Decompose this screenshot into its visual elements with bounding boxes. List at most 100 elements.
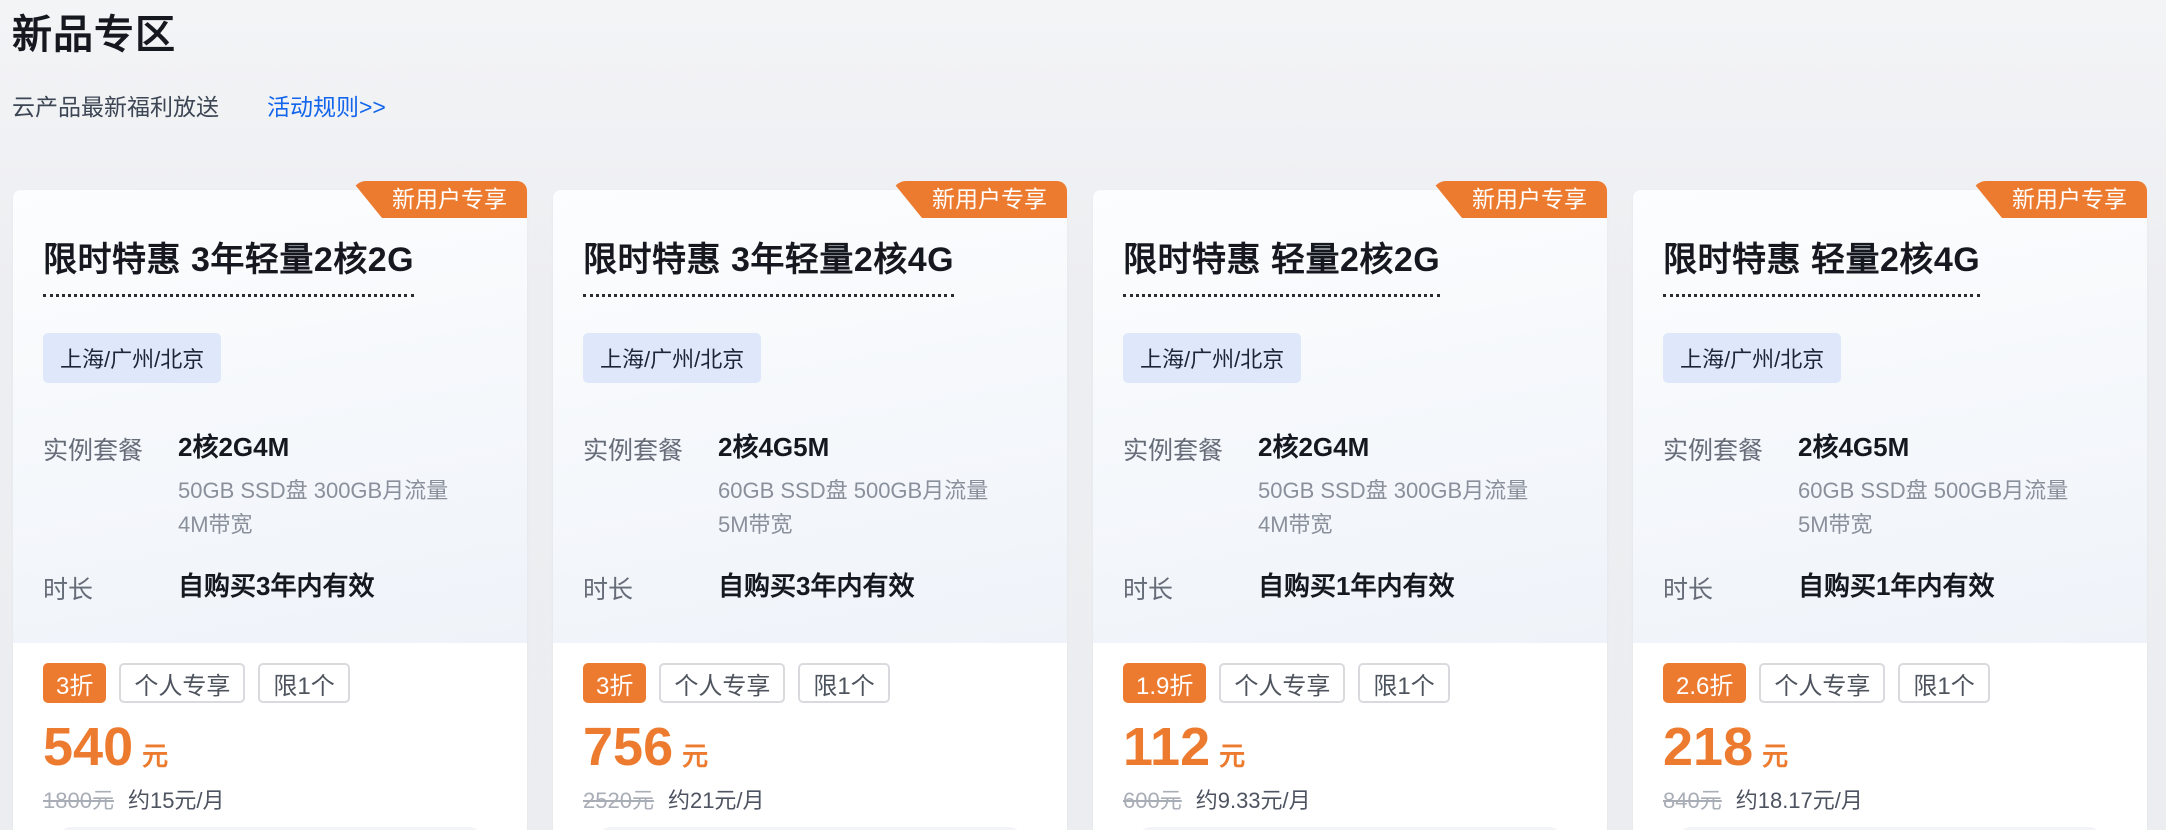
- monthly-price: 约21元/月: [668, 783, 765, 815]
- price-unit: 元: [142, 736, 168, 773]
- spec-row: 实例套餐 2核4G5M 60GB SSD盘 500GB月流量 5M带宽: [583, 427, 1037, 542]
- spec-value: 2核2G4M: [178, 427, 448, 464]
- card-row: 新用户专享 限时特惠 3年轻量2核2G 上海/广州/北京 实例套餐 2核2G4M…: [13, 190, 2147, 830]
- original-price-row: 2520元 约21元/月: [583, 783, 1037, 815]
- spec-label: 实例套餐: [43, 427, 178, 542]
- card-info-section: 限时特惠 轻量2核2G 上海/广州/北京 实例套餐 2核2G4M 50GB SS…: [1093, 190, 1607, 643]
- spec-detail-line: 4M带宽: [178, 508, 448, 542]
- product-card[interactable]: 新用户专享 限时特惠 3年轻量2核2G 上海/广州/北京 实例套餐 2核2G4M…: [13, 190, 527, 830]
- discount-badge: 2.6折: [1663, 663, 1746, 703]
- spec-details: 50GB SSD盘 300GB月流量 4M带宽: [1258, 474, 1528, 542]
- promo-tag: 限1个: [1358, 663, 1449, 703]
- spec-detail-line: 5M带宽: [1798, 508, 2068, 542]
- discount-badge: 3折: [583, 663, 646, 703]
- card-title: 限时特惠 3年轻量2核2G: [43, 232, 414, 297]
- original-price: 600元: [1123, 783, 1182, 815]
- promo-tag: 限1个: [798, 663, 889, 703]
- product-card[interactable]: 新用户专享 限时特惠 轻量2核2G 上海/广州/北京 实例套餐 2核2G4M 5…: [1093, 190, 1607, 830]
- price-value: 112: [1123, 716, 1210, 778]
- price-row: 218 元: [1663, 716, 2117, 778]
- discount-badge: 1.9折: [1123, 663, 1206, 703]
- spec-details: 60GB SSD盘 500GB月流量 5M带宽: [1798, 474, 2068, 542]
- promo-tag: 限1个: [258, 663, 349, 703]
- spec-detail-line: 50GB SSD盘 300GB月流量: [178, 474, 448, 508]
- spec-value: 2核4G5M: [718, 427, 988, 464]
- card-price-section: 1.9折 个人专享 限1个 112 元 600元 约9.33元/月: [1093, 643, 1607, 830]
- region-tag: 上海/广州/北京: [1663, 333, 1841, 383]
- card-info-section: 限时特惠 3年轻量2核4G 上海/广州/北京 实例套餐 2核4G5M 60GB …: [553, 190, 1067, 643]
- section-subtitle: 云产品最新福利放送: [12, 88, 219, 122]
- duration-row: 时长 自购买1年内有效: [1663, 566, 2117, 606]
- original-price: 1800元: [43, 783, 114, 815]
- price-value: 218: [1663, 716, 1753, 778]
- spec-row: 实例套餐 2核4G5M 60GB SSD盘 500GB月流量 5M带宽: [1663, 427, 2117, 542]
- promo-row: 2.6折 个人专享 限1个: [1663, 663, 2117, 703]
- spec-label: 实例套餐: [583, 427, 718, 542]
- spec-details: 50GB SSD盘 300GB月流量 4M带宽: [178, 474, 448, 542]
- spec-row: 实例套餐 2核2G4M 50GB SSD盘 300GB月流量 4M带宽: [1123, 427, 1577, 542]
- promo-tag: 限1个: [1898, 663, 1989, 703]
- price-value: 756: [583, 716, 673, 778]
- duration-label: 时长: [1663, 566, 1798, 606]
- card-price-section: 2.6折 个人专享 限1个 218 元 840元 约18.17元/月: [1633, 643, 2147, 830]
- card-info-section: 限时特惠 轻量2核4G 上海/广州/北京 实例套餐 2核4G5M 60GB SS…: [1633, 190, 2147, 643]
- spec-label: 实例套餐: [1123, 427, 1258, 542]
- spec-value-block: 2核4G5M 60GB SSD盘 500GB月流量 5M带宽: [1798, 427, 2068, 542]
- promo-row: 3折 个人专享 限1个: [43, 663, 497, 703]
- spec-value-block: 2核2G4M 50GB SSD盘 300GB月流量 4M带宽: [178, 427, 448, 542]
- duration-row: 时长 自购买3年内有效: [43, 566, 497, 606]
- region-tag: 上海/广州/北京: [43, 333, 221, 383]
- duration-value: 自购买1年内有效: [1258, 566, 1454, 606]
- new-user-badge: 新用户专享: [892, 181, 1067, 218]
- original-price-row: 1800元 约15元/月: [43, 783, 497, 815]
- monthly-price: 约15元/月: [128, 783, 225, 815]
- card-title: 限时特惠 3年轻量2核4G: [583, 232, 954, 297]
- card-price-section: 3折 个人专享 限1个 756 元 2520元 约21元/月: [553, 643, 1067, 830]
- spec-value-block: 2核4G5M 60GB SSD盘 500GB月流量 5M带宽: [718, 427, 988, 542]
- duration-value: 自购买1年内有效: [1798, 566, 1994, 606]
- price-row: 540 元: [43, 716, 497, 778]
- spec-detail-line: 60GB SSD盘 500GB月流量: [1798, 474, 2068, 508]
- duration-label: 时长: [1123, 566, 1258, 606]
- new-user-badge: 新用户专享: [1432, 181, 1607, 218]
- product-card[interactable]: 新用户专享 限时特惠 3年轻量2核4G 上海/广州/北京 实例套餐 2核4G5M…: [553, 190, 1067, 830]
- monthly-price: 约9.33元/月: [1196, 783, 1311, 815]
- original-price: 2520元: [583, 783, 654, 815]
- card-title: 限时特惠 轻量2核2G: [1123, 232, 1440, 297]
- price-unit: 元: [682, 736, 708, 773]
- activity-rules-link[interactable]: 活动规则>>: [267, 88, 386, 122]
- product-card[interactable]: 新用户专享 限时特惠 轻量2核4G 上海/广州/北京 实例套餐 2核4G5M 6…: [1633, 190, 2147, 830]
- promo-row: 3折 个人专享 限1个: [583, 663, 1037, 703]
- spec-row: 实例套餐 2核2G4M 50GB SSD盘 300GB月流量 4M带宽: [43, 427, 497, 542]
- promo-tag: 个人专享: [119, 663, 245, 703]
- region-tag: 上海/广州/北京: [583, 333, 761, 383]
- spec-value: 2核4G5M: [1798, 427, 2068, 464]
- price-row: 756 元: [583, 716, 1037, 778]
- card-price-section: 3折 个人专享 限1个 540 元 1800元 约15元/月: [13, 643, 527, 830]
- spec-label: 实例套餐: [1663, 427, 1798, 542]
- page-title: 新品专区: [12, 2, 176, 60]
- spec-detail-line: 50GB SSD盘 300GB月流量: [1258, 474, 1528, 508]
- section-subtitle-row: 云产品最新福利放送 活动规则>>: [12, 88, 386, 122]
- spec-detail-line: 60GB SSD盘 500GB月流量: [718, 474, 988, 508]
- promo-row: 1.9折 个人专享 限1个: [1123, 663, 1577, 703]
- duration-value: 自购买3年内有效: [178, 566, 374, 606]
- spec-detail-line: 5M带宽: [718, 508, 988, 542]
- discount-badge: 3折: [43, 663, 106, 703]
- price-unit: 元: [1762, 736, 1788, 773]
- duration-row: 时长 自购买1年内有效: [1123, 566, 1577, 606]
- spec-details: 60GB SSD盘 500GB月流量 5M带宽: [718, 474, 988, 542]
- original-price-row: 840元 约18.17元/月: [1663, 783, 2117, 815]
- price-unit: 元: [1219, 736, 1245, 773]
- promo-tag: 个人专享: [659, 663, 785, 703]
- card-info-section: 限时特惠 3年轻量2核2G 上海/广州/北京 实例套餐 2核2G4M 50GB …: [13, 190, 527, 643]
- duration-label: 时长: [583, 566, 718, 606]
- spec-value-block: 2核2G4M 50GB SSD盘 300GB月流量 4M带宽: [1258, 427, 1528, 542]
- price-value: 540: [43, 716, 133, 778]
- duration-value: 自购买3年内有效: [718, 566, 914, 606]
- spec-detail-line: 4M带宽: [1258, 508, 1528, 542]
- new-user-badge: 新用户专享: [1972, 181, 2147, 218]
- promo-tag: 个人专享: [1219, 663, 1345, 703]
- region-tag: 上海/广州/北京: [1123, 333, 1301, 383]
- new-user-badge: 新用户专享: [352, 181, 527, 218]
